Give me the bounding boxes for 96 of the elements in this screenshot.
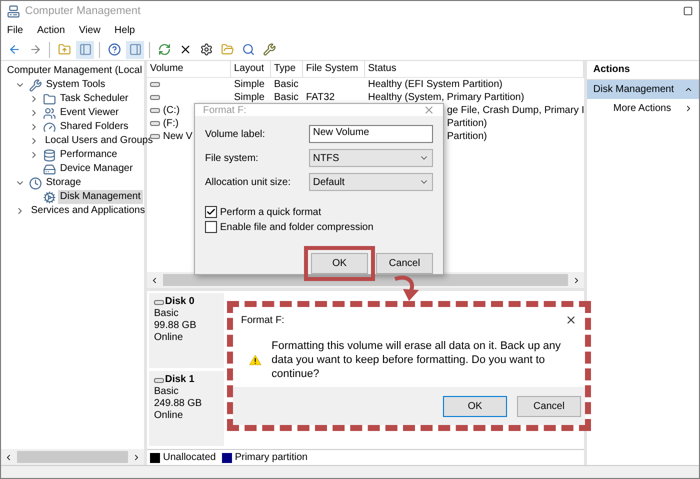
table-cell-text: FAT32 — [305, 92, 336, 103]
disk-status: Online — [154, 332, 184, 344]
tree-item[interactable]: System Tools — [44, 78, 108, 92]
gauge-icon — [43, 120, 56, 134]
tree-item[interactable]: Device Manager — [58, 162, 135, 176]
field-label: Allocation unit size: — [205, 176, 292, 188]
dialog-title: Format F: — [241, 314, 284, 326]
table-cell: (C:) — [163, 105, 180, 116]
legend-label: Primary partition — [234, 452, 308, 463]
column-header[interactable]: File System — [303, 61, 365, 77]
collapse-icon — [684, 85, 693, 94]
menu-item[interactable]: View — [78, 24, 100, 36]
tree-item[interactable]: Services and Applications — [29, 204, 147, 218]
dropdown[interactable]: Default — [309, 173, 433, 191]
table-cell-text: Healthy (System, Primary Partition) — [367, 92, 526, 103]
disk-type: Basic — [154, 308, 180, 320]
disk-size: 249.88 GB — [154, 398, 203, 410]
tree-item[interactable]: Local Users and Groups — [43, 134, 155, 148]
search-icon — [242, 43, 254, 56]
folder-icon — [43, 92, 56, 106]
hard-drive-icon — [43, 162, 56, 176]
drive-icon — [154, 378, 164, 382]
menu-item[interactable]: Help — [114, 24, 135, 36]
disk-info-panel[interactable]: Disk 1 Basic 249.88 GB Online — [149, 371, 224, 446]
checkbox[interactable] — [205, 206, 217, 218]
close-icon — [178, 43, 192, 56]
tree-item[interactable]: Disk Management — [58, 190, 143, 204]
warning-message: Formatting this volume will erase all data on it. Back up any data you want to keep before formatting. Do you want to continue? — [272, 339, 562, 381]
legend-label: Unallocated — [163, 452, 216, 463]
help-icon — [108, 43, 120, 56]
horizontal-scrollbar[interactable] — [1, 449, 144, 465]
column-header[interactable]: Volume — [147, 61, 231, 77]
panel-icon — [128, 43, 142, 56]
folder-up-icon — [58, 43, 70, 56]
dialog-button[interactable]: OK — [443, 396, 507, 416]
table-cell: (F:) — [163, 118, 179, 129]
tree-item[interactable]: Event Viewer — [58, 106, 121, 120]
gear-icon — [43, 190, 56, 204]
table-cell-text: Simple — [233, 92, 266, 103]
menu-item[interactable]: File — [7, 24, 24, 36]
submenu-icon — [684, 104, 693, 113]
scroll-right-icon[interactable] — [132, 452, 141, 462]
database-icon — [43, 148, 56, 162]
close-icon[interactable] — [565, 314, 577, 326]
checkbox[interactable] — [205, 221, 217, 233]
dialog-button[interactable]: OK — [311, 253, 368, 274]
disk-size: 99.88 GB — [154, 320, 198, 332]
table-cell: Partition) — [447, 131, 488, 142]
checkbox-label: Enable file and folder compression — [220, 222, 374, 232]
refresh-icon — [158, 43, 170, 56]
tree-item[interactable]: Shared Folders — [58, 120, 130, 134]
field-label: Volume label: — [205, 128, 266, 140]
dialog-button[interactable]: Cancel — [376, 253, 433, 274]
dialog-button[interactable]: Cancel — [517, 396, 581, 416]
column-header[interactable]: Status — [365, 61, 584, 77]
table-cell: Partition) — [447, 118, 488, 129]
actions-section[interactable]: Disk Management — [587, 80, 699, 99]
scroll-left-icon[interactable] — [4, 452, 13, 462]
wrench-icon — [29, 78, 42, 92]
table-cell-text: Simple — [233, 79, 266, 90]
tree-item[interactable]: Performance — [58, 148, 120, 162]
app-icon — [7, 4, 20, 18]
dialog-title: Format F: — [203, 104, 246, 116]
table-cell-text: Basic — [273, 92, 300, 103]
disk-status: Online — [154, 410, 184, 422]
panel-icon — [78, 43, 92, 56]
table-cell-text: Basic — [273, 79, 300, 90]
table-cell: New V — [163, 131, 192, 142]
folder-icon — [220, 43, 234, 56]
window-title: Computer Management — [25, 5, 142, 17]
clock-icon — [29, 176, 42, 190]
scroll-left-icon[interactable] — [150, 276, 159, 284]
disk-name: Disk 0 — [165, 296, 194, 308]
drive-icon — [154, 300, 164, 304]
table-cell: ge File, Crash Dump, Primary I — [447, 105, 584, 116]
checkbox-label: Perform a quick format — [220, 206, 322, 218]
dropdown[interactable]: NTFS — [309, 149, 433, 167]
users-icon — [43, 106, 56, 120]
tree-item[interactable]: Computer Management (Local — [5, 64, 144, 78]
tree-item[interactable]: Storage — [44, 176, 84, 190]
field-label: File system: — [205, 152, 260, 164]
settings-icon — [200, 43, 212, 56]
disk-info-panel[interactable]: Disk 0 Basic 99.88 GB Online — [149, 293, 224, 368]
action-item[interactable]: More Actions — [587, 99, 699, 118]
input-field[interactable]: New Volume — [309, 125, 433, 143]
menu-item[interactable]: Action — [37, 24, 65, 36]
maximize-icon[interactable] — [683, 6, 693, 16]
disk-name: Disk 1 — [165, 374, 194, 386]
tree-item[interactable]: Task Scheduler — [58, 92, 130, 106]
disk-type: Basic — [154, 386, 180, 398]
back-icon — [8, 43, 20, 56]
wrench-icon — [262, 43, 276, 56]
forward-icon — [28, 43, 42, 56]
column-header[interactable]: Layout — [231, 61, 271, 77]
table-cell-text: Healthy (EFI System Partition) — [367, 79, 504, 90]
column-header[interactable]: Type — [271, 61, 303, 77]
